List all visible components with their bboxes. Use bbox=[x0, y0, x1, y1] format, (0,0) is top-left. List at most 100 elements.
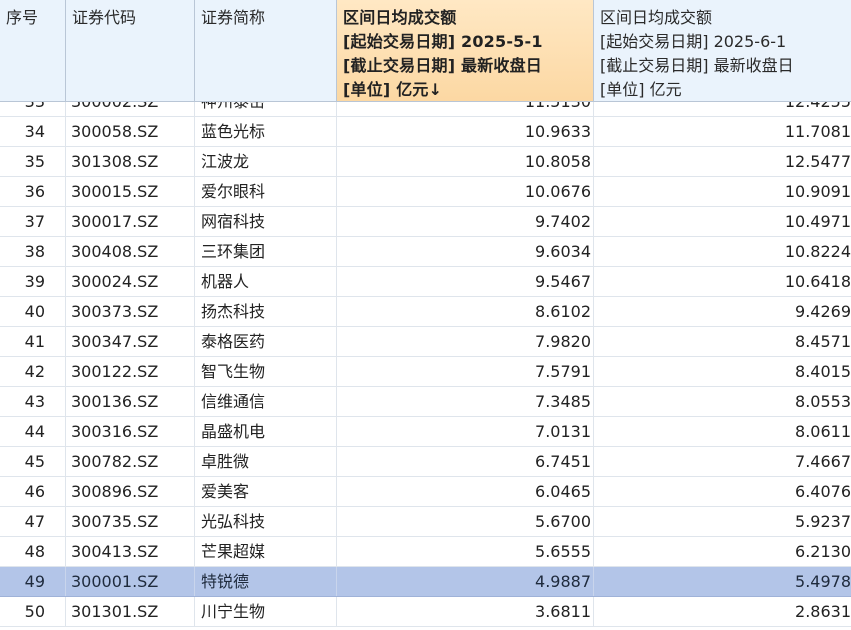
col-header-avg-turnover-may-sorted[interactable]: 区间日均成交额 [起始交易日期] 2025-5-1 [截止交易日期] 最新收盘日… bbox=[337, 0, 594, 102]
cell-code[interactable]: 300896.SZ bbox=[66, 477, 195, 506]
cell-name[interactable]: 神州泰岳 bbox=[195, 102, 337, 116]
cell-avg-may[interactable]: 4.9887 bbox=[337, 567, 594, 596]
cell-seq[interactable]: 34 bbox=[0, 117, 66, 146]
cell-avg-jun[interactable]: 2.8631 bbox=[594, 597, 851, 626]
cell-seq[interactable]: 47 bbox=[0, 507, 66, 536]
table-row[interactable]: 50 301301.SZ 川宁生物 3.6811 2.8631 bbox=[0, 597, 851, 627]
cell-name[interactable]: 川宁生物 bbox=[195, 597, 337, 626]
cell-name[interactable]: 晶盛机电 bbox=[195, 417, 337, 446]
table-row[interactable]: 39 300024.SZ 机器人 9.5467 10.6418 bbox=[0, 267, 851, 297]
cell-avg-jun[interactable]: 10.4971 bbox=[594, 207, 851, 236]
cell-avg-jun[interactable]: 7.4667 bbox=[594, 447, 851, 476]
cell-avg-jun[interactable]: 12.4255 bbox=[594, 102, 851, 116]
cell-name[interactable]: 机器人 bbox=[195, 267, 337, 296]
table-row[interactable]: 44 300316.SZ 晶盛机电 7.0131 8.0611 bbox=[0, 417, 851, 447]
table-row[interactable]: 40 300373.SZ 扬杰科技 8.6102 9.4269 bbox=[0, 297, 851, 327]
cell-avg-may[interactable]: 9.7402 bbox=[337, 207, 594, 236]
cell-name[interactable]: 蓝色光标 bbox=[195, 117, 337, 146]
cell-name[interactable]: 芒果超媒 bbox=[195, 537, 337, 566]
cell-name[interactable]: 卓胜微 bbox=[195, 447, 337, 476]
cell-code[interactable]: 300015.SZ bbox=[66, 177, 195, 206]
cell-name[interactable]: 网宿科技 bbox=[195, 207, 337, 236]
cell-seq[interactable]: 50 bbox=[0, 597, 66, 626]
cell-avg-may[interactable]: 6.0465 bbox=[337, 477, 594, 506]
cell-code[interactable]: 300413.SZ bbox=[66, 537, 195, 566]
cell-avg-jun[interactable]: 10.9091 bbox=[594, 177, 851, 206]
cell-seq[interactable]: 40 bbox=[0, 297, 66, 326]
table-row[interactable]: 43 300136.SZ 信维通信 7.3485 8.0553 bbox=[0, 387, 851, 417]
cell-avg-may[interactable]: 10.9633 bbox=[337, 117, 594, 146]
cell-code[interactable]: 300782.SZ bbox=[66, 447, 195, 476]
cell-seq[interactable]: 38 bbox=[0, 237, 66, 266]
cell-seq[interactable]: 37 bbox=[0, 207, 66, 236]
cell-code[interactable]: 301301.SZ bbox=[66, 597, 195, 626]
table-row[interactable]: 33300002.SZ神州泰岳11.513012.4255 bbox=[0, 102, 851, 117]
cell-name[interactable]: 爱美客 bbox=[195, 477, 337, 506]
table-row[interactable]: 41 300347.SZ 泰格医药 7.9820 8.4571 bbox=[0, 327, 851, 357]
table-row[interactable]: 42 300122.SZ 智飞生物 7.5791 8.4015 bbox=[0, 357, 851, 387]
table-row[interactable]: 47 300735.SZ 光弘科技 5.6700 5.9237 bbox=[0, 507, 851, 537]
cell-avg-jun[interactable]: 10.8224 bbox=[594, 237, 851, 266]
cell-seq[interactable]: 49 bbox=[0, 567, 66, 596]
cell-name[interactable]: 智飞生物 bbox=[195, 357, 337, 386]
cell-avg-jun[interactable]: 8.0553 bbox=[594, 387, 851, 416]
cell-seq[interactable]: 45 bbox=[0, 447, 66, 476]
cell-seq[interactable]: 44 bbox=[0, 417, 66, 446]
cell-seq[interactable]: 43 bbox=[0, 387, 66, 416]
cell-avg-jun[interactable]: 5.4978 bbox=[594, 567, 851, 596]
cell-avg-may[interactable]: 6.7451 bbox=[337, 447, 594, 476]
table-row[interactable]: 45 300782.SZ 卓胜微 6.7451 7.4667 bbox=[0, 447, 851, 477]
cell-code[interactable]: 300024.SZ bbox=[66, 267, 195, 296]
cell-seq[interactable]: 48 bbox=[0, 537, 66, 566]
cell-avg-may[interactable]: 7.5791 bbox=[337, 357, 594, 386]
cell-name[interactable]: 三环集团 bbox=[195, 237, 337, 266]
cell-avg-jun[interactable]: 10.6418 bbox=[594, 267, 851, 296]
cell-seq[interactable]: 36 bbox=[0, 177, 66, 206]
cell-avg-jun[interactable]: 12.5477 bbox=[594, 147, 851, 176]
cell-seq[interactable]: 41 bbox=[0, 327, 66, 356]
table-row[interactable]: 38 300408.SZ 三环集团 9.6034 10.8224 bbox=[0, 237, 851, 267]
col-header-avg-turnover-jun[interactable]: 区间日均成交额 [起始交易日期] 2025-6-1 [截止交易日期] 最新收盘日… bbox=[594, 0, 851, 102]
cell-code[interactable]: 300136.SZ bbox=[66, 387, 195, 416]
cell-name[interactable]: 江波龙 bbox=[195, 147, 337, 176]
cell-avg-may[interactable]: 10.8058 bbox=[337, 147, 594, 176]
cell-name[interactable]: 信维通信 bbox=[195, 387, 337, 416]
cell-code[interactable]: 300347.SZ bbox=[66, 327, 195, 356]
table-row-selected[interactable]: 49 300001.SZ 特锐德 4.9887 5.4978 bbox=[0, 567, 851, 597]
cell-avg-may[interactable]: 10.0676 bbox=[337, 177, 594, 206]
cell-avg-may[interactable]: 5.6555 bbox=[337, 537, 594, 566]
cell-name[interactable]: 特锐德 bbox=[195, 567, 337, 596]
cell-avg-may[interactable]: 11.5130 bbox=[337, 102, 594, 116]
cell-avg-may[interactable]: 9.5467 bbox=[337, 267, 594, 296]
cell-avg-may[interactable]: 7.0131 bbox=[337, 417, 594, 446]
cell-code[interactable]: 300122.SZ bbox=[66, 357, 195, 386]
cell-avg-jun[interactable]: 8.0611 bbox=[594, 417, 851, 446]
col-header-name[interactable]: 证券简称 bbox=[195, 0, 337, 102]
cell-name[interactable]: 爱尔眼科 bbox=[195, 177, 337, 206]
cell-code[interactable]: 300002.SZ bbox=[66, 102, 195, 116]
cell-code[interactable]: 300373.SZ bbox=[66, 297, 195, 326]
table-row[interactable]: 36 300015.SZ 爱尔眼科 10.0676 10.9091 bbox=[0, 177, 851, 207]
table-body[interactable]: 33300002.SZ神州泰岳11.513012.425534300058.SZ… bbox=[0, 102, 851, 630]
table-row[interactable]: 37 300017.SZ 网宿科技 9.7402 10.4971 bbox=[0, 207, 851, 237]
col-header-code[interactable]: 证券代码 bbox=[66, 0, 195, 102]
cell-seq[interactable]: 33 bbox=[0, 102, 66, 116]
cell-avg-may[interactable]: 9.6034 bbox=[337, 237, 594, 266]
cell-name[interactable]: 扬杰科技 bbox=[195, 297, 337, 326]
cell-seq[interactable]: 42 bbox=[0, 357, 66, 386]
cell-avg-jun[interactable]: 11.7081 bbox=[594, 117, 851, 146]
cell-code[interactable]: 300735.SZ bbox=[66, 507, 195, 536]
cell-avg-may[interactable]: 3.6811 bbox=[337, 597, 594, 626]
cell-name[interactable]: 泰格医药 bbox=[195, 327, 337, 356]
cell-avg-jun[interactable]: 8.4015 bbox=[594, 357, 851, 386]
table-row[interactable]: 48 300413.SZ 芒果超媒 5.6555 6.2130 bbox=[0, 537, 851, 567]
cell-code[interactable]: 300017.SZ bbox=[66, 207, 195, 236]
cell-code[interactable]: 300408.SZ bbox=[66, 237, 195, 266]
cell-avg-may[interactable]: 5.6700 bbox=[337, 507, 594, 536]
cell-avg-jun[interactable]: 8.4571 bbox=[594, 327, 851, 356]
table-row[interactable]: 46 300896.SZ 爱美客 6.0465 6.4076 bbox=[0, 477, 851, 507]
cell-seq[interactable]: 35 bbox=[0, 147, 66, 176]
table-row[interactable]: 34 300058.SZ 蓝色光标 10.9633 11.7081 bbox=[0, 117, 851, 147]
cell-seq[interactable]: 39 bbox=[0, 267, 66, 296]
cell-code[interactable]: 300001.SZ bbox=[66, 567, 195, 596]
